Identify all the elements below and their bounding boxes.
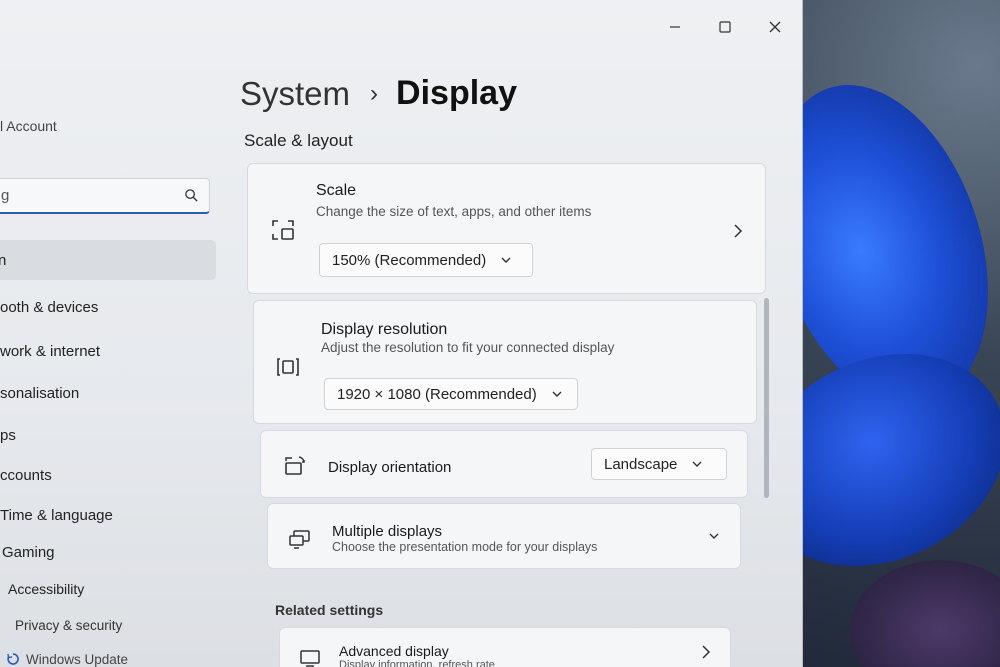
close-icon	[769, 21, 781, 33]
account-label: l Account	[0, 118, 57, 134]
scale-subtitle: Change the size of text, apps, and other…	[316, 204, 592, 219]
breadcrumb: System › Display	[240, 74, 517, 113]
sidebar: l Account g n ooth & devices work & inte…	[0, 0, 230, 667]
search-value: g	[1, 187, 10, 204]
scrollbar[interactable]	[764, 298, 769, 498]
sidebar-item-gaming[interactable]: Gaming	[2, 544, 55, 561]
scale-icon	[272, 220, 294, 240]
monitor-icon	[300, 650, 320, 667]
wallpaper-bloom	[850, 560, 1000, 667]
sidebar-item-personalisation[interactable]: sonalisation	[0, 385, 79, 402]
sidebar-item-label: ps	[0, 427, 16, 444]
sidebar-item-windows-update[interactable]: Windows Update	[6, 652, 128, 667]
chevron-right-icon[interactable]	[700, 645, 712, 659]
sidebar-item-label: Privacy & security	[15, 618, 123, 633]
search-input[interactable]: g	[0, 178, 210, 214]
breadcrumb-parent[interactable]: System	[240, 75, 350, 113]
multiple-displays-icon	[289, 530, 310, 549]
chevron-down-icon	[692, 461, 702, 467]
advanced-display-card[interactable]: Advanced display Display information, re…	[279, 627, 731, 667]
chevron-down-icon	[552, 391, 562, 397]
search-icon	[185, 189, 198, 202]
orientation-dropdown[interactable]: Landscape	[591, 448, 727, 480]
orientation-card: Display orientation Landscape	[260, 430, 748, 498]
sidebar-item-accounts[interactable]: ccounts	[0, 467, 52, 484]
resolution-icon	[277, 358, 299, 376]
orientation-icon	[285, 456, 305, 475]
sidebar-item-label: Accessibility	[8, 581, 85, 597]
multiple-displays-title: Multiple displays	[332, 523, 443, 540]
settings-window: l Account g n ooth & devices work & inte…	[0, 0, 803, 667]
chevron-down-icon[interactable]	[708, 529, 720, 543]
resolution-card: Display resolution Adjust the resolution…	[253, 300, 757, 424]
windows-update-icon	[7, 653, 19, 665]
minimize-button[interactable]	[650, 14, 700, 40]
section-title-related: Related settings	[275, 602, 384, 618]
chevron-down-icon	[501, 257, 511, 263]
page-title: Display	[396, 74, 517, 112]
resolution-dropdown-value: 1920 × 1080 (Recommended)	[337, 385, 537, 403]
sidebar-item-accessibility[interactable]: Accessibility	[8, 581, 84, 597]
sidebar-item-label: ooth & devices	[0, 299, 99, 316]
resolution-title: Display resolution	[321, 321, 448, 338]
advanced-display-subtitle: Display information, refresh rate	[339, 659, 495, 667]
scale-dropdown[interactable]: 150% (Recommended)	[319, 243, 533, 277]
close-button[interactable]	[750, 14, 800, 40]
section-title-scale-layout: Scale & layout	[244, 131, 353, 150]
minimize-icon	[670, 26, 680, 28]
multiple-displays-card[interactable]: Multiple displays Choose the presentatio…	[267, 503, 741, 569]
sidebar-item-label: ccounts	[0, 467, 52, 484]
resolution-dropdown[interactable]: 1920 × 1080 (Recommended)	[324, 378, 578, 410]
orientation-dropdown-value: Landscape	[604, 455, 678, 473]
sidebar-item-time-language[interactable]: Time & language	[0, 507, 113, 524]
sidebar-item-label: work & internet	[0, 343, 101, 360]
scale-title: Scale	[316, 182, 357, 199]
sidebar-item-label: n	[0, 251, 7, 269]
sidebar-item-apps[interactable]: ps	[0, 427, 16, 444]
sidebar-item-label: sonalisation	[0, 385, 80, 402]
sidebar-item-network[interactable]: work & internet	[0, 343, 100, 360]
scale-card[interactable]: Scale Change the size of text, apps, and…	[247, 163, 766, 294]
window-controls	[650, 14, 800, 40]
scale-dropdown-value: 150% (Recommended)	[332, 251, 487, 269]
sidebar-item-label: Gaming	[2, 544, 55, 561]
chevron-right-icon[interactable]	[732, 224, 744, 238]
sidebar-item-label: Windows Update	[26, 652, 129, 667]
breadcrumb-separator: ›	[370, 79, 379, 107]
maximize-icon	[719, 21, 731, 33]
orientation-title: Display orientation	[328, 459, 452, 476]
sidebar-item-label: Time & language	[0, 507, 113, 524]
maximize-button[interactable]	[700, 14, 750, 40]
sidebar-item-privacy[interactable]: Privacy & security	[15, 618, 122, 633]
sidebar-item-bluetooth[interactable]: ooth & devices	[0, 299, 98, 316]
sidebar-item-system[interactable]: n	[0, 240, 216, 280]
resolution-subtitle: Adjust the resolution to fit your connec…	[321, 340, 615, 355]
advanced-display-title: Advanced display	[339, 643, 449, 659]
multiple-displays-subtitle: Choose the presentation mode for your di…	[332, 540, 598, 554]
